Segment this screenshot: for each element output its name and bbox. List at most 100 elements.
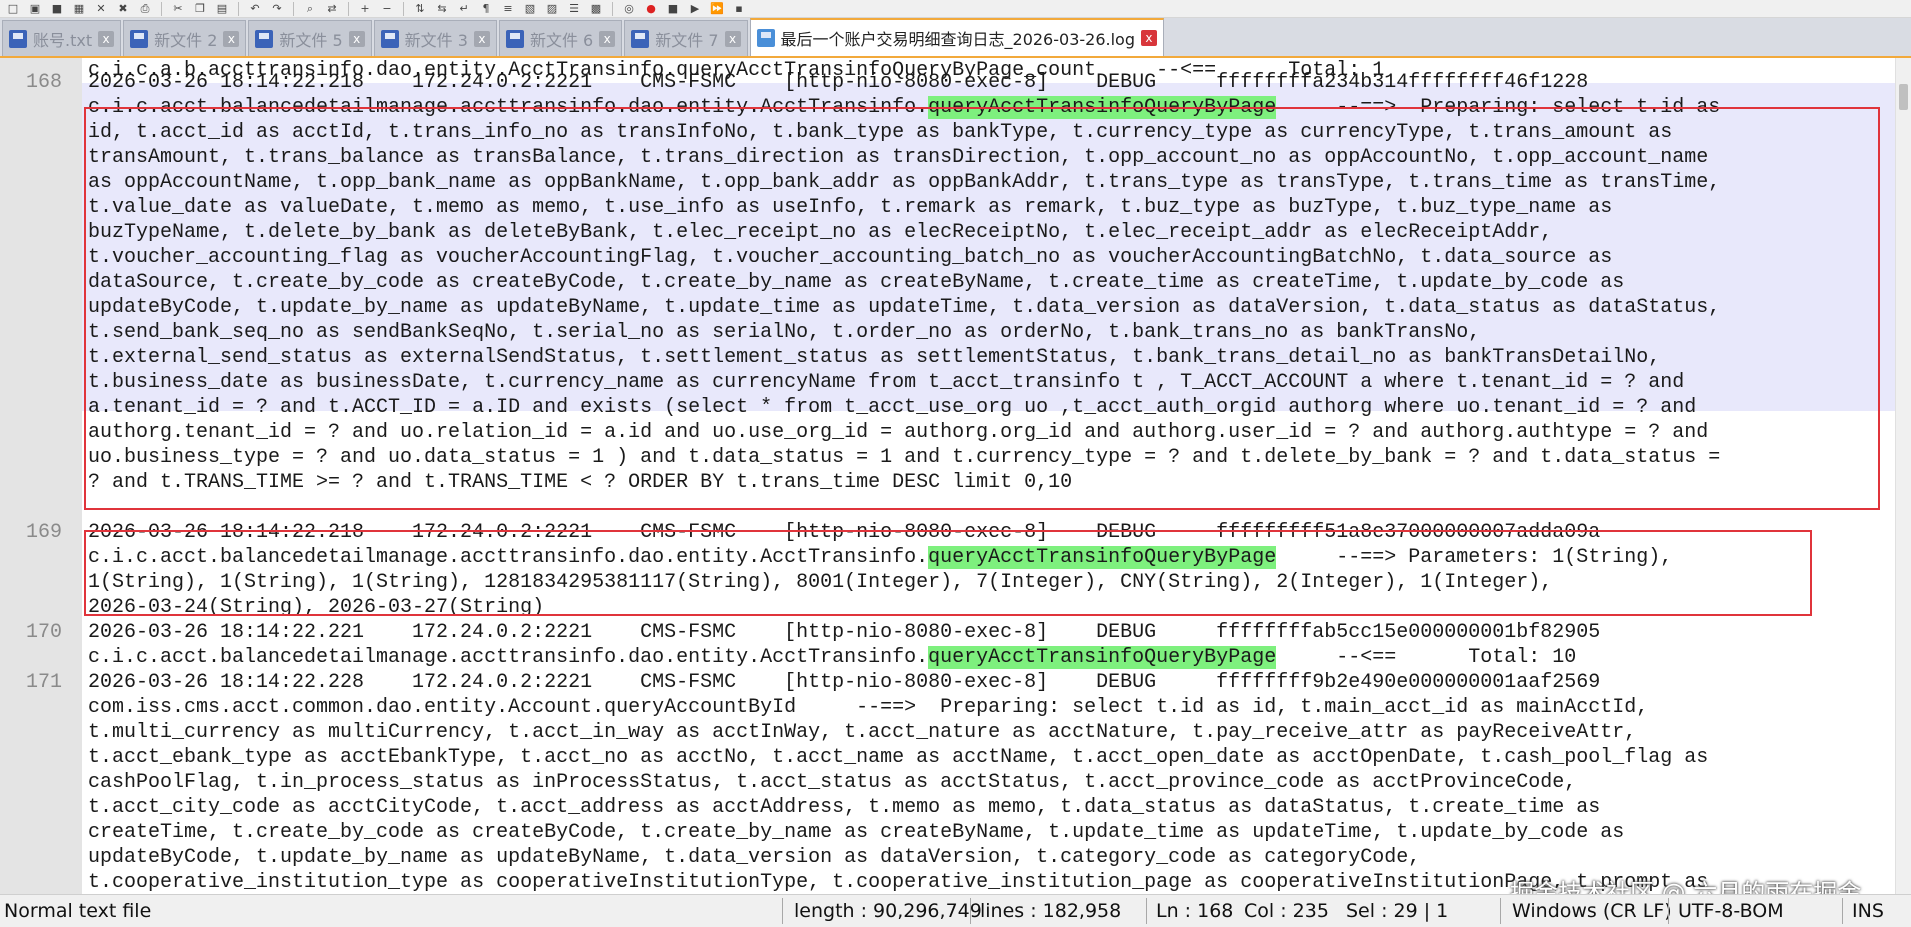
tab-label: 最后一个账户交易明细查询日志_2026-03-26.log — [780, 30, 1135, 49]
save-icon[interactable]: ■ — [48, 2, 66, 16]
wrapped-line: authorg.tenant_id = ? and uo.relation_id… — [88, 421, 1709, 444]
folder-workspace-icon[interactable]: ▩ — [587, 2, 605, 16]
wrapped-line: com.iss.cms.acct.common.dao.entity.Accou… — [88, 696, 1649, 719]
record-macro-icon[interactable]: ● — [642, 2, 660, 16]
line-number-169: 169 — [25, 521, 62, 544]
file-icon — [255, 29, 274, 48]
file-icon — [130, 29, 149, 48]
tab-close-icon[interactable]: x — [98, 30, 115, 47]
wrapped-line: updateByCode, t.update_by_name as update… — [88, 296, 1721, 319]
tab-close-icon[interactable]: x — [1140, 30, 1157, 46]
tab-label: 新文件 6 — [529, 30, 594, 50]
save-macro-icon[interactable]: ▪ — [730, 2, 748, 16]
copy-icon[interactable]: ❐ — [191, 2, 209, 16]
tab-close-icon[interactable]: x — [599, 30, 616, 47]
column-position-label: Col : 235 — [1244, 900, 1329, 922]
line-number-gutter — [0, 58, 82, 894]
close-all-icon[interactable]: ✖ — [114, 2, 132, 16]
line-168-header: 2026-03-26 18:14:22.218 172.24.0.2:2221 … — [88, 71, 1589, 94]
udl-icon[interactable]: ▧ — [521, 2, 539, 16]
tab-label: 新文件 7 — [655, 30, 719, 50]
line-number-170: 170 — [25, 621, 62, 644]
selection-label: Sel : 29 | 1 — [1346, 900, 1449, 922]
editor-area[interactable]: c.i.c.a.b.accttransinfo.dao.entity.AcctT… — [0, 58, 1895, 894]
file-icon — [756, 29, 775, 47]
tab-close-icon[interactable]: x — [724, 30, 741, 47]
wrapped-line: t.acct_ebank_type as acctEbankType, t.ac… — [88, 746, 1709, 769]
encoding-label[interactable]: UTF-8-BOM — [1678, 895, 1784, 927]
tab-3[interactable]: 新文件 5 x — [248, 20, 372, 56]
file-icon — [631, 29, 650, 48]
word-wrap-icon[interactable]: ↵ — [455, 2, 473, 16]
line-position-label: Ln : 168 — [1156, 900, 1234, 922]
stop-macro-icon[interactable]: ■ — [664, 2, 682, 16]
wrapped-line: dataSource, t.create_by_code as createBy… — [88, 271, 1625, 294]
wrapped-line: uo.business_type = ? and uo.data_status … — [88, 446, 1721, 469]
sync-scroll-v-icon[interactable]: ⇅ — [411, 2, 429, 16]
wrapped-line: t.business_date as businessDate, t.curre… — [88, 371, 1685, 394]
line-170-total: c.i.c.acct.balancedetailmanage.accttrans… — [88, 646, 1577, 669]
vertical-scrollbar[interactable] — [1895, 58, 1911, 894]
tab-bar: 账号.txt x 新文件 2 x 新文件 5 x 新文件 3 x 新文件 6 x 新文件 7 x 最后一… — [0, 18, 1911, 58]
toolbar-separator — [161, 1, 162, 16]
wrapped-line: t.acct_city_code as acctCityCode, t.acct… — [88, 796, 1601, 819]
indent-guide-icon[interactable]: ≡ — [499, 2, 517, 16]
doc-map-icon[interactable]: ▨ — [543, 2, 561, 16]
tab-7[interactable]: 最后一个账户交易明细查询日志_2026-03-26.log x — [749, 18, 1164, 56]
find-icon[interactable]: ⌕ — [301, 2, 319, 16]
wrapped-line: t.voucher_accounting_flag as voucherAcco… — [88, 246, 1613, 269]
line-171-header: 2026-03-26 18:14:22.228 172.24.0.2:2221 … — [88, 671, 1601, 694]
wrapped-line: t.value_date as valueDate, t.memo as mem… — [88, 196, 1613, 219]
line-168-sql-start: c.i.c.acct.balancedetailmanage.accttrans… — [88, 96, 1721, 119]
length-label: length : 90,296,749 — [794, 900, 982, 922]
tab-1[interactable]: 账号.txt x — [2, 20, 122, 56]
show-all-chars-icon[interactable]: ¶ — [477, 2, 495, 16]
cut-icon[interactable]: ✂ — [169, 2, 187, 16]
close-icon[interactable]: ✕ — [92, 2, 110, 16]
file-icon — [9, 29, 27, 48]
wrapped-line: createTime, t.create_by_code as createBy… — [88, 821, 1625, 844]
monitor-icon[interactable]: ◎ — [620, 2, 638, 16]
file-icon — [380, 29, 399, 48]
sync-scroll-h-icon[interactable]: ⇆ — [433, 2, 451, 16]
save-all-icon[interactable]: ▦ — [70, 2, 88, 16]
wrapped-line: ? and t.TRANS_TIME >= ? and t.TRANS_TIME… — [88, 471, 1073, 494]
wrapped-line: t.external_send_status as externalSendSt… — [88, 346, 1661, 369]
tab-6[interactable]: 新文件 7 x — [624, 20, 748, 56]
wrapped-line: a.tenant_id = ? and t.ACCT_ID = a.ID and… — [88, 396, 1697, 419]
tab-close-icon[interactable]: x — [223, 30, 240, 47]
insert-mode-label[interactable]: INS — [1852, 895, 1884, 927]
tab-4[interactable]: 新文件 3 x — [373, 20, 497, 56]
wrapped-line: 1(String), 1(String), 1(String), 1281834… — [88, 571, 1553, 594]
paste-icon[interactable]: ▤ — [213, 2, 231, 16]
tab-close-icon[interactable]: x — [473, 30, 490, 47]
toolbar-separator — [238, 1, 239, 16]
search-highlight: queryAcctTransinfoQueryByPage — [928, 546, 1277, 569]
wrapped-line: transAmount, t.trans_balance as transBal… — [88, 146, 1709, 169]
play-macro-icon[interactable]: ▶ — [686, 2, 704, 16]
zoom-in-icon[interactable]: + — [356, 2, 374, 16]
wrapped-line: as oppAccountName, t.opp_bank_name as op… — [88, 171, 1721, 194]
tab-2[interactable]: 新文件 2 x — [123, 20, 247, 56]
redo-icon[interactable]: ↷ — [268, 2, 286, 16]
open-file-icon[interactable]: ▣ — [26, 2, 44, 16]
tab-5[interactable]: 新文件 6 x — [498, 20, 623, 56]
function-list-icon[interactable]: ☰ — [565, 2, 583, 16]
toolbar-separator — [612, 1, 613, 16]
run-macro-icon[interactable]: ⏩ — [708, 2, 726, 16]
scrollbar-thumb[interactable] — [1899, 84, 1908, 110]
tab-close-icon[interactable]: x — [348, 30, 365, 47]
tab-label: 新文件 2 — [154, 30, 218, 50]
print-icon[interactable]: ⎙ — [136, 2, 154, 16]
line-number-168: 168 — [25, 71, 62, 94]
wrapped-line: t.send_bank_seq_no as sendBankSeqNo, t.s… — [88, 321, 1481, 344]
replace-icon[interactable]: ⇄ — [323, 2, 341, 16]
search-highlight: queryAcctTransinfoQueryByPage — [928, 96, 1277, 119]
eol-format-label[interactable]: Windows (CR LF) — [1512, 895, 1672, 927]
search-highlight: queryAcctTransinfoQueryByPage — [928, 646, 1277, 669]
undo-icon[interactable]: ↶ — [246, 2, 264, 16]
zoom-out-icon[interactable]: − — [378, 2, 396, 16]
new-file-icon[interactable]: □ — [4, 2, 22, 16]
tab-label: 新文件 3 — [404, 30, 468, 50]
status-bar: Normal text file length : 90,296,749 lin… — [0, 894, 1911, 927]
